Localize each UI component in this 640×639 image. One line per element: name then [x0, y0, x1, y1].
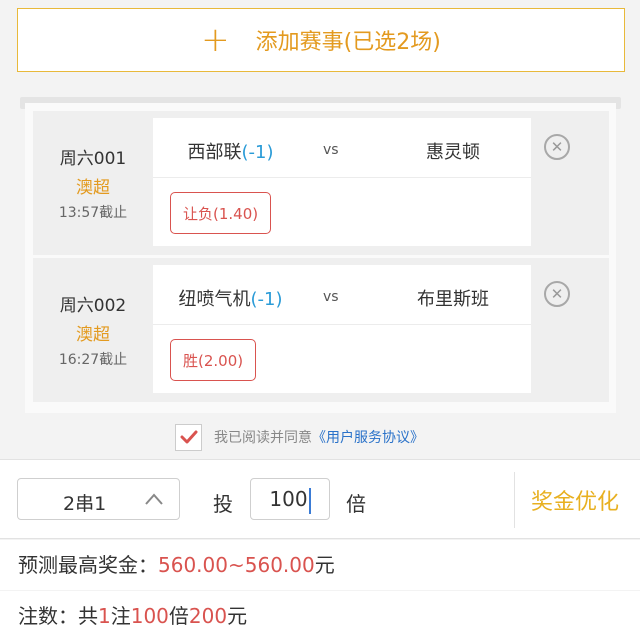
multiplier-value: 100	[269, 487, 308, 511]
plus-icon: +	[201, 20, 230, 60]
multiplier-input[interactable]: 100	[250, 478, 330, 520]
bet-settings-bar: 2串1 投 100 倍 奖金优化	[0, 459, 640, 539]
max-prize-value: 560.00~560.00	[158, 553, 315, 577]
chevron-up-icon	[145, 493, 163, 505]
agreement-checkbox[interactable]	[175, 423, 202, 451]
handicap: (-1)	[250, 289, 283, 310]
divider	[514, 472, 515, 528]
match-teams: 西部联(-1) vs 惠灵顿	[153, 118, 531, 178]
summary-text: 共	[78, 604, 98, 628]
home-team: 西部联(-1)	[153, 138, 308, 164]
max-prize-unit: 元	[314, 553, 335, 577]
home-team-name: 西部联	[187, 142, 242, 163]
bet-amount: 200	[188, 604, 228, 628]
remove-match-icon[interactable]: ✕	[544, 134, 570, 160]
match-league: 澳超	[76, 325, 110, 345]
bet-count: 1	[98, 604, 111, 628]
match-detail: 西部联(-1) vs 惠灵顿 让负(1.40)	[153, 118, 531, 246]
match-info: 周六002 澳超 16:27截止	[33, 258, 153, 402]
summary-text: 元	[227, 604, 248, 628]
match-id: 周六002	[59, 296, 127, 316]
prize-optimize-button[interactable]: 奖金优化	[531, 484, 619, 516]
summary-label: 注数：	[18, 604, 78, 628]
text-caret	[308, 487, 311, 514]
vs-label: vs	[323, 289, 339, 305]
home-team-name: 纽喷气机	[178, 289, 251, 310]
agreement-row: 我已阅读并同意 《用户服务协议》	[175, 422, 424, 452]
match-card: 周六002 澳超 16:27截止 纽喷气机(-1) vs 布里斯班 胜(2.00…	[33, 258, 609, 402]
odds-selection-button[interactable]: 胜(2.00)	[170, 339, 257, 381]
summary-text: 注	[110, 604, 131, 628]
match-teams: 纽喷气机(-1) vs 布里斯班	[153, 265, 531, 325]
match-card: 周六001 澳超 13:57截止 西部联(-1) vs 惠灵顿 让负(1.40)…	[33, 111, 609, 255]
max-prize-label: 预测最高奖金：	[18, 553, 158, 577]
bet-label: 投	[213, 492, 233, 516]
away-team: 惠灵顿	[426, 142, 480, 163]
match-deadline: 16:27截止	[58, 352, 128, 368]
odds-selection-button[interactable]: 让负(1.40)	[170, 192, 272, 234]
match-info: 周六001 澳超 13:57截止	[33, 111, 153, 255]
remove-match-icon[interactable]: ✕	[544, 281, 570, 307]
bet-multiplier: 100	[130, 604, 169, 628]
summary-text: 倍	[168, 604, 189, 628]
add-match-button[interactable]: + 添加赛事(已选2场)	[17, 8, 625, 72]
handicap: (-1)	[241, 142, 274, 163]
away-team: 布里斯班	[417, 289, 489, 310]
vs-label: vs	[323, 142, 339, 158]
match-league: 澳超	[76, 178, 110, 198]
match-id: 周六001	[59, 149, 127, 169]
home-team: 纽喷气机(-1)	[153, 285, 308, 311]
match-deadline: 13:57截止	[58, 205, 128, 221]
times-label: 倍	[346, 492, 366, 516]
checkmark-icon	[180, 430, 197, 444]
max-prize-row: 预测最高奖金：560.00~560.00元	[0, 540, 640, 590]
add-match-label: 添加赛事(已选2场)	[255, 30, 441, 55]
user-agreement-link[interactable]: 《用户服务协议》	[312, 427, 424, 447]
agreement-text: 我已阅读并同意	[214, 430, 312, 446]
bet-summary-row: 注数：共1注100倍200元	[0, 591, 640, 639]
match-detail: 纽喷气机(-1) vs 布里斯班 胜(2.00)	[153, 265, 531, 393]
series-type-select[interactable]: 2串1	[17, 478, 180, 520]
series-type-value: 2串1	[63, 493, 107, 515]
